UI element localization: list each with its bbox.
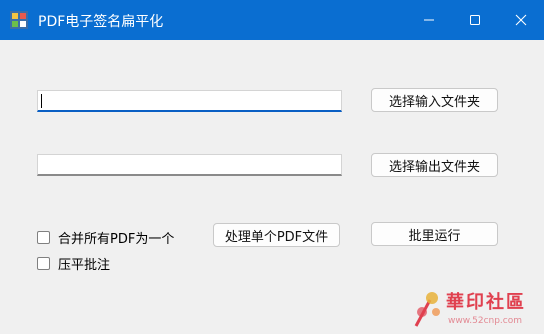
select-output-folder-button[interactable]: 选择输出文件夹 — [371, 153, 498, 177]
app-window: PDF电子签名扁平化 选择输入文件夹 选择输出文件夹 合并所有PDF为一个 压平… — [0, 0, 544, 334]
close-button[interactable] — [498, 0, 544, 40]
flatten-annotations-checkbox-row[interactable]: 压平批注 — [37, 254, 110, 273]
merge-pdf-checkbox-row[interactable]: 合并所有PDF为一个 — [37, 228, 174, 247]
close-icon — [515, 14, 527, 26]
output-folder-field[interactable] — [37, 154, 342, 176]
pen-flower-logo — [414, 292, 440, 327]
input-folder-field[interactable] — [37, 90, 342, 112]
window-title: PDF电子签名扁平化 — [38, 14, 164, 30]
maximize-button[interactable] — [452, 0, 498, 40]
title-bar[interactable]: PDF电子签名扁平化 — [0, 0, 544, 40]
process-single-pdf-button[interactable]: 处理单个PDF文件 — [213, 223, 340, 247]
minimize-icon — [424, 19, 434, 21]
minimize-button[interactable] — [406, 0, 452, 40]
text-caret — [41, 94, 42, 108]
app-icon — [10, 11, 28, 29]
merge-pdf-label: 合并所有PDF为一个 — [58, 232, 175, 247]
site-watermark: 華印社區 www.52cnp.com — [408, 286, 544, 334]
watermark-text: 華印社區 — [446, 292, 526, 313]
watermark-url: www.52cnp.com — [448, 316, 523, 326]
select-input-folder-button[interactable]: 选择输入文件夹 — [371, 88, 498, 112]
maximize-icon — [470, 15, 480, 25]
merge-pdf-checkbox[interactable] — [37, 231, 50, 244]
flatten-annotations-label: 压平批注 — [58, 258, 111, 273]
batch-run-button[interactable]: 批里运行 — [371, 222, 498, 246]
flatten-annotations-checkbox[interactable] — [37, 257, 50, 270]
